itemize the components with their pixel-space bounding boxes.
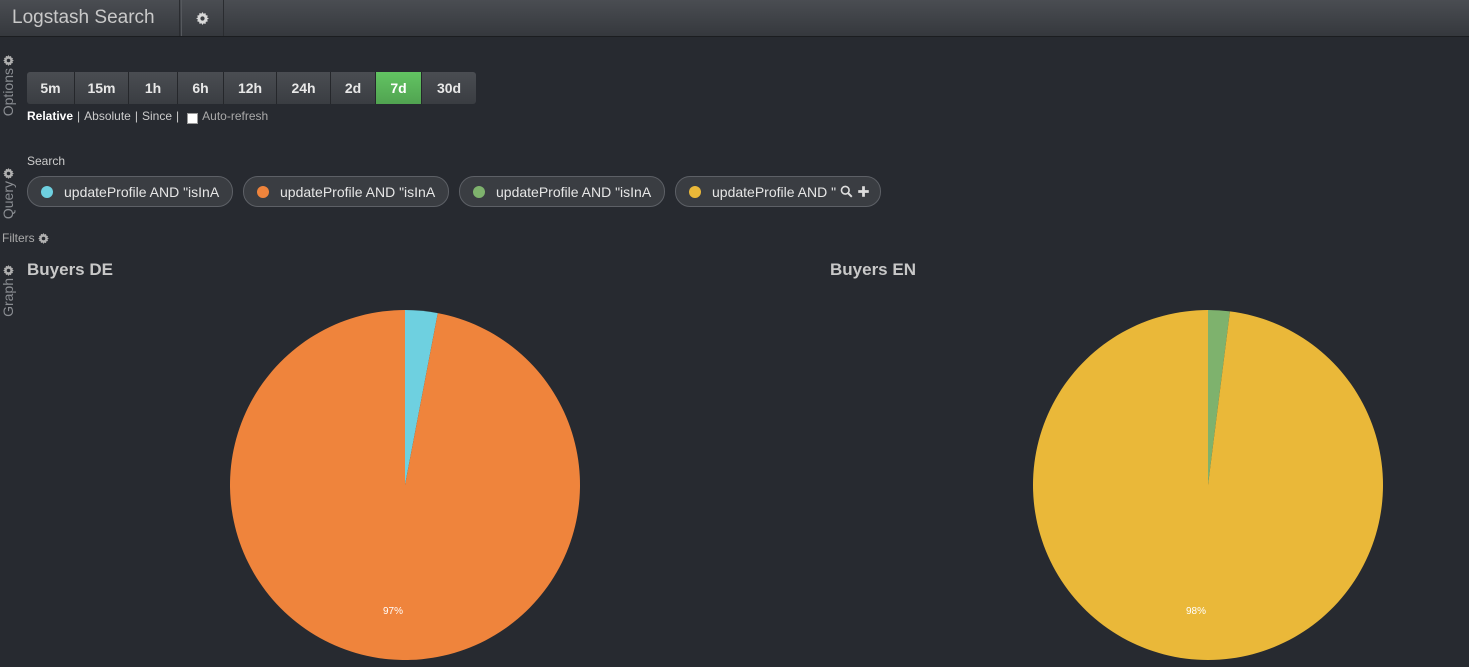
mode-since-link[interactable]: Since xyxy=(142,109,172,123)
timespan-15m-button[interactable]: 15m xyxy=(75,72,129,104)
app-title[interactable]: Logstash Search xyxy=(0,0,180,36)
query-color-dot[interactable] xyxy=(257,185,269,198)
query-input[interactable]: updateProfile AND " xyxy=(712,184,836,200)
panel-title-buyers-de: Buyers DE xyxy=(27,260,113,279)
query-input[interactable]: updateProfile AND "isInA xyxy=(280,184,435,200)
query-row-label[interactable]: Query xyxy=(0,168,16,219)
query-label: Query xyxy=(0,181,16,220)
query-pill[interactable]: updateProfile AND "isInA xyxy=(243,176,449,207)
separator: | xyxy=(77,109,81,123)
query-list: updateProfile AND "isInA updateProfile A… xyxy=(27,176,891,207)
timespan-buttons: 5m 15m 1h 6h 12h 24h 2d 7d 30d xyxy=(27,72,476,104)
query-pill[interactable]: updateProfile AND "isInA xyxy=(459,176,665,207)
query-input[interactable]: updateProfile AND "isInA xyxy=(64,184,219,200)
query-actions xyxy=(840,185,870,198)
graph-label: Graph xyxy=(0,278,16,317)
separator: | xyxy=(176,109,180,123)
query-pill[interactable]: updateProfile AND " xyxy=(675,176,881,207)
separator: | xyxy=(134,109,138,123)
gear-icon[interactable] xyxy=(2,265,14,276)
query-color-dot[interactable] xyxy=(689,185,701,198)
timespan-24h-button[interactable]: 24h xyxy=(277,72,331,104)
pie-slice[interactable] xyxy=(229,310,580,661)
query-color-dot[interactable] xyxy=(41,185,53,198)
gear-icon[interactable] xyxy=(2,55,14,66)
timespan-1h-button[interactable]: 1h xyxy=(129,72,178,104)
timespan-7d-button[interactable]: 7d xyxy=(376,72,422,104)
search-label: Search xyxy=(27,154,66,168)
pie-chart-buyers-en: 98% xyxy=(1033,310,1383,660)
gear-icon[interactable] xyxy=(2,168,14,179)
query-input[interactable]: updateProfile AND "isInA xyxy=(496,184,651,200)
timespan-6h-button[interactable]: 6h xyxy=(178,72,224,104)
options-row-label[interactable]: Options xyxy=(0,55,16,116)
dashboard-settings-button[interactable] xyxy=(181,0,224,36)
mode-absolute-link[interactable]: Absolute xyxy=(84,109,131,123)
pie-slice[interactable] xyxy=(1033,310,1383,660)
gear-icon xyxy=(196,11,209,25)
gear-icon[interactable] xyxy=(37,232,49,244)
auto-refresh-checkbox[interactable] xyxy=(187,112,199,124)
timespan-2d-button[interactable]: 2d xyxy=(331,72,376,104)
pie-chart-buyers-de: 97% xyxy=(229,310,580,661)
top-navbar: Logstash Search xyxy=(0,0,1469,37)
timespan-12h-button[interactable]: 12h xyxy=(224,72,277,104)
auto-refresh-label: Auto-refresh xyxy=(202,109,269,123)
pie-percent-label: 98% xyxy=(1186,606,1206,617)
query-pill[interactable]: updateProfile AND "isInA xyxy=(27,176,233,207)
panel-title-buyers-en: Buyers EN xyxy=(830,260,916,279)
plus-icon[interactable] xyxy=(857,185,870,198)
filters-label: Filters xyxy=(2,231,35,245)
time-mode-links: Relative | Absolute | Since | Auto-refre… xyxy=(27,109,269,124)
mode-relative-link[interactable]: Relative xyxy=(27,109,73,123)
query-color-dot[interactable] xyxy=(473,185,485,198)
search-icon[interactable] xyxy=(840,185,853,198)
options-label: Options xyxy=(0,68,16,117)
timespan-30d-button[interactable]: 30d xyxy=(422,72,476,104)
filters-toggle[interactable]: Filters xyxy=(2,231,49,245)
graph-row-label[interactable]: Graph xyxy=(0,265,16,317)
timespan-5m-button[interactable]: 5m xyxy=(27,72,75,104)
pie-percent-label: 97% xyxy=(383,606,403,617)
